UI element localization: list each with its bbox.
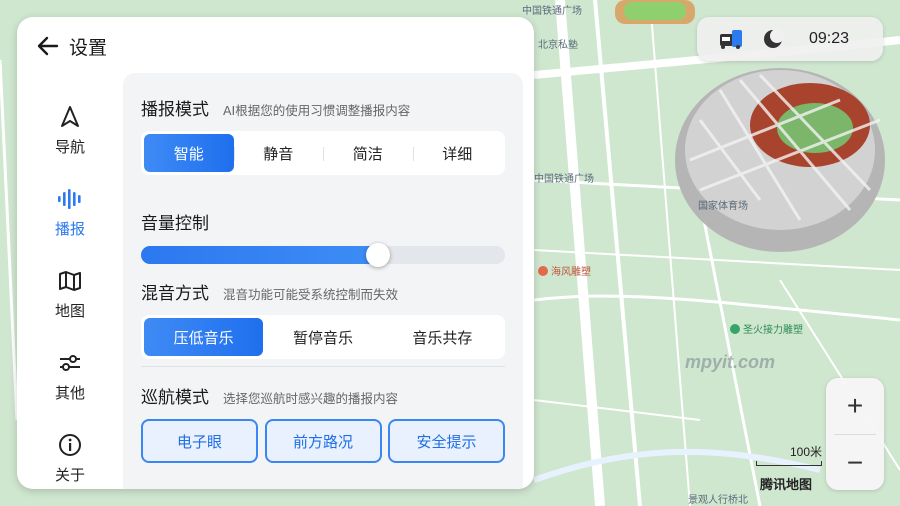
map-label-sculpture: 海风雕塑 [538, 263, 591, 278]
sidebar-item-about[interactable]: 关于 [17, 417, 123, 489]
settings-panel: 设置 导航 播报 地图 其他 关于 播报模式 AI根据您的使用习惯调整播报内容 … [17, 17, 534, 489]
scale-bar [756, 461, 822, 466]
cruise-option-safety[interactable]: 安全提示 [388, 419, 505, 463]
slider-fill [141, 246, 378, 264]
broadcast-option-detailed[interactable]: 详细 [412, 134, 503, 172]
section-subtitle: AI根据您的使用习惯调整播报内容 [223, 103, 411, 118]
broadcast-option-smart[interactable]: 智能 [144, 134, 234, 172]
poi-icon [538, 266, 548, 276]
map-label-national-stadium: 国家体育场 [698, 201, 748, 212]
zoom-in-button[interactable]: + [826, 378, 884, 434]
zoom-out-button[interactable]: − [826, 435, 884, 491]
mix-option-pause-music[interactable]: 暂停音乐 [263, 318, 382, 356]
map-brand: 腾讯地图 [760, 478, 813, 493]
section-title: 混音方式 [141, 284, 209, 304]
section-subtitle: 混音功能可能受系统控制而失效 [223, 287, 399, 302]
poi-icon [730, 324, 740, 334]
mix-option-coexist[interactable]: 音乐共存 [383, 318, 502, 356]
map-label-sports: 北京私塾 [538, 40, 578, 51]
audio-wave-icon [57, 186, 83, 212]
map-label-metro: 中国铁通广场 [522, 6, 582, 17]
sidebar-item-map[interactable]: 地图 [17, 253, 123, 335]
map-label-torch: 圣火接力雕塑 [730, 321, 803, 336]
page-title: 设置 [69, 36, 108, 59]
volume-slider[interactable] [141, 243, 505, 267]
zoom-control: + − [826, 378, 884, 490]
sidebar-item-label: 播报 [54, 219, 85, 238]
car-icon[interactable] [713, 24, 749, 54]
broadcast-mode-heading: 播报模式 AI根据您的使用习惯调整播报内容 [141, 95, 410, 120]
mix-mode-selector: 压低音乐 暂停音乐 音乐共存 [141, 315, 505, 359]
map-icon [57, 268, 83, 294]
cruise-option-camera[interactable]: 电子眼 [141, 419, 258, 463]
slider-knob[interactable] [365, 243, 390, 267]
mix-option-lower-music[interactable]: 压低音乐 [144, 318, 264, 356]
map-label-bridge: 景观人行桥北 [688, 495, 748, 506]
settings-header: 设置 [35, 31, 107, 61]
section-divider [141, 366, 505, 367]
watermark: mpyit.com [685, 352, 776, 372]
settings-sidebar: 导航 播报 地图 其他 关于 [17, 89, 123, 489]
broadcast-option-concise[interactable]: 简洁 [323, 134, 413, 172]
sidebar-item-label: 导航 [54, 137, 85, 156]
sidebar-item-broadcast[interactable]: 播报 [17, 171, 123, 253]
sidebar-item-other[interactable]: 其他 [17, 335, 123, 417]
sidebar-item-navigation[interactable]: 导航 [17, 89, 123, 171]
section-title: 播报模式 [141, 100, 209, 120]
broadcast-option-mute[interactable]: 静音 [233, 134, 324, 172]
mix-mode-heading: 混音方式 混音功能可能受系统控制而失效 [141, 279, 398, 304]
clock-time: 09:23 [809, 30, 850, 47]
sidebar-item-label: 地图 [54, 301, 85, 320]
cruise-mode-heading: 巡航模式 选择您巡航时感兴趣的播报内容 [141, 383, 398, 408]
section-subtitle: 选择您巡航时感兴趣的播报内容 [223, 391, 399, 406]
scale-value: 100米 [789, 445, 822, 459]
moon-icon[interactable] [755, 24, 791, 54]
sidebar-item-label: 关于 [54, 465, 85, 484]
info-icon [57, 432, 83, 458]
section-title: 音量控制 [141, 214, 209, 234]
settings-content: 播报模式 AI根据您的使用习惯调整播报内容 智能 静音 简洁 详细 音量控制 混… [123, 73, 523, 489]
sliders-icon [57, 350, 83, 376]
broadcast-mode-selector: 智能 静音 简洁 详细 [141, 131, 505, 175]
section-title: 巡航模式 [141, 388, 209, 408]
navigation-arrow-icon [57, 104, 83, 130]
sidebar-item-label: 其他 [54, 383, 85, 402]
cruise-option-traffic[interactable]: 前方路况 [264, 419, 382, 463]
cruise-mode-options: 电子眼 前方路况 安全提示 [141, 419, 505, 463]
map-label-plaza: 中国铁通广场 [534, 174, 594, 185]
status-bar: 09:23 [697, 17, 883, 61]
volume-heading: 音量控制 [141, 209, 209, 234]
map-scale: 100米 [756, 443, 822, 466]
back-arrow-icon[interactable] [35, 33, 61, 59]
